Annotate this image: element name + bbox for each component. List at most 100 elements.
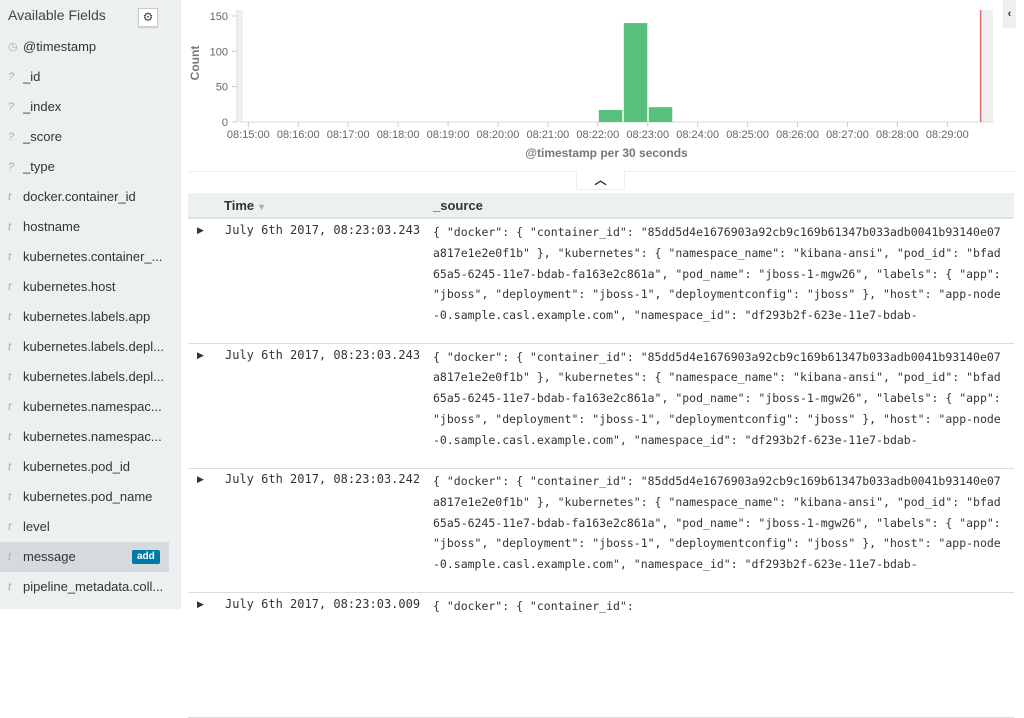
field-name: _type	[23, 159, 55, 174]
row-time: July 6th 2017, 08:23:03.243	[225, 223, 421, 237]
string-type-icon: t	[8, 491, 12, 503]
field-item[interactable]: t kubernetes.namespac...	[0, 422, 169, 452]
chevron-left-icon[interactable]: ‹	[1003, 0, 1016, 28]
y-tick-label: 0	[222, 117, 228, 129]
x-tick-label: 08:19:00	[427, 129, 470, 141]
bar	[598, 109, 623, 122]
column-header-source: _source	[433, 198, 483, 213]
gear-icon[interactable]: ⚙	[138, 8, 158, 27]
string-type-icon: t	[8, 311, 12, 323]
x-tick-label: 08:23:00	[626, 129, 669, 141]
expand-caret-icon[interactable]: ▶	[197, 225, 204, 236]
string-type-icon: t	[8, 401, 12, 413]
x-tick-label: 08:15:00	[227, 129, 270, 141]
plot-left-shade	[237, 10, 243, 122]
field-item[interactable]: t hostname	[0, 212, 169, 242]
string-type-icon: t	[8, 281, 12, 293]
row-source: { "docker": { "container_id": "85dd5d4e1…	[433, 349, 1001, 447]
add-field-button[interactable]: add	[132, 550, 160, 564]
time-header-label: Time	[224, 198, 255, 213]
field-item[interactable]: t kubernetes.host	[0, 272, 169, 302]
field-item[interactable]: ? _score	[0, 122, 169, 152]
x-tick-label: 08:20:00	[477, 129, 520, 141]
string-type-icon: t	[8, 521, 12, 533]
unknown-type-icon: ?	[8, 131, 15, 143]
unknown-type-icon: ?	[8, 71, 15, 83]
available-fields-title: Available Fields	[8, 7, 106, 23]
field-sidebar: Available Fields ⚙ ◷ @timestamp? _id? _inde…	[0, 0, 181, 609]
string-type-icon: t	[8, 371, 12, 383]
string-type-icon: t	[8, 431, 12, 443]
table-row: ▶ July 6th 2017, 08:23:03.009 { "docker": …	[188, 593, 1014, 718]
future-shade	[980, 10, 993, 122]
field-name: kubernetes.namespac...	[23, 399, 162, 414]
x-tick-label: 08:18:00	[377, 129, 420, 141]
clock-icon: ◷	[8, 41, 18, 53]
row-time: July 6th 2017, 08:23:03.242	[225, 472, 421, 486]
x-tick-label: 08:21:00	[526, 129, 569, 141]
field-item[interactable]: t level	[0, 512, 169, 542]
expand-caret-icon[interactable]: ▶	[197, 599, 204, 610]
field-item[interactable]: ? _type	[0, 152, 169, 182]
string-type-icon: t	[8, 251, 12, 263]
bar	[648, 107, 673, 122]
x-tick-label: 08:26:00	[776, 129, 819, 141]
y-axis-label: Count	[188, 46, 202, 81]
string-type-icon: t	[8, 191, 12, 203]
field-item[interactable]: t pipeline_metadata.coll...	[0, 572, 169, 602]
bar	[623, 23, 648, 122]
string-type-icon: t	[8, 551, 12, 563]
x-tick-label: 08:22:00	[576, 129, 619, 141]
field-name: kubernetes.namespac...	[23, 429, 162, 444]
string-type-icon: t	[8, 461, 12, 473]
y-tick-label: 150	[210, 11, 228, 23]
field-name: kubernetes.labels.depl...	[23, 369, 164, 384]
field-item[interactable]: t kubernetes.container_...	[0, 242, 169, 272]
field-item[interactable]: t message add	[0, 542, 169, 572]
field-item[interactable]: t kubernetes.labels.app	[0, 302, 169, 332]
field-name: _index	[23, 99, 62, 114]
field-name: kubernetes.pod_name	[23, 489, 153, 504]
field-name: pipeline_metadata.coll...	[23, 579, 164, 594]
unknown-type-icon: ?	[8, 161, 15, 173]
field-name: kubernetes.host	[23, 279, 116, 294]
sort-down-icon[interactable]: ▼	[257, 202, 266, 212]
table-row: ▶ July 6th 2017, 08:23:03.243 { "docker": …	[188, 344, 1014, 469]
field-name: message	[23, 549, 76, 564]
histogram-chart: 0 50 100 150 08:15:00 08:16:00 08:17:00 08:18:0…	[188, 10, 993, 160]
field-name: kubernetes.labels.app	[23, 309, 151, 324]
field-item[interactable]: t kubernetes.labels.depl...	[0, 332, 169, 362]
row-time: July 6th 2017, 08:23:03.243	[225, 347, 421, 362]
table-header: Time ▼ _source	[188, 193, 1014, 219]
field-name: @timestamp	[23, 39, 97, 54]
field-item[interactable]: ◷ @timestamp	[0, 32, 169, 62]
row-source: { "docker": { "container_id": "85dd5d4e1…	[433, 474, 1001, 572]
string-type-icon: t	[8, 221, 12, 233]
expand-caret-icon[interactable]: ▶	[197, 350, 204, 361]
string-type-icon: t	[8, 581, 12, 593]
field-item[interactable]: ? _id	[0, 62, 169, 92]
x-axis-label: @timestamp per 30 seconds	[525, 146, 688, 160]
row-source: { "docker": { "container_id":	[433, 598, 634, 613]
field-item[interactable]: t kubernetes.labels.depl...	[0, 362, 169, 392]
x-tick-label: 08:24:00	[676, 129, 719, 141]
collapse-chart-button[interactable]: ︿	[576, 170, 625, 190]
x-tick-label: 08:28:00	[876, 129, 919, 141]
y-tick-label: 100	[210, 46, 228, 58]
field-item[interactable]: t kubernetes.pod_name	[0, 482, 169, 512]
expand-caret-icon[interactable]: ▶	[197, 474, 204, 485]
table-row: ▶ July 6th 2017, 08:23:03.242 { "docker": …	[188, 468, 1014, 593]
field-item[interactable]: t kubernetes.namespac...	[0, 392, 169, 422]
field-name: kubernetes.container_...	[23, 249, 163, 264]
table-row: ▶ July 6th 2017, 08:23:03.243 { "docker": …	[188, 219, 1014, 344]
x-tick-label: 08:27:00	[826, 129, 869, 141]
field-item[interactable]: t docker.container_id	[0, 182, 169, 212]
x-tick-label: 08:16:00	[277, 129, 320, 141]
field-item[interactable]: t kubernetes.pod_id	[0, 452, 169, 482]
field-name: docker.container_id	[23, 189, 136, 204]
field-name: level	[23, 519, 50, 534]
field-name: hostname	[23, 219, 81, 234]
field-item[interactable]: ? _index	[0, 92, 169, 122]
x-tick-label: 08:29:00	[926, 129, 969, 141]
column-header-time[interactable]: Time ▼	[224, 193, 266, 220]
